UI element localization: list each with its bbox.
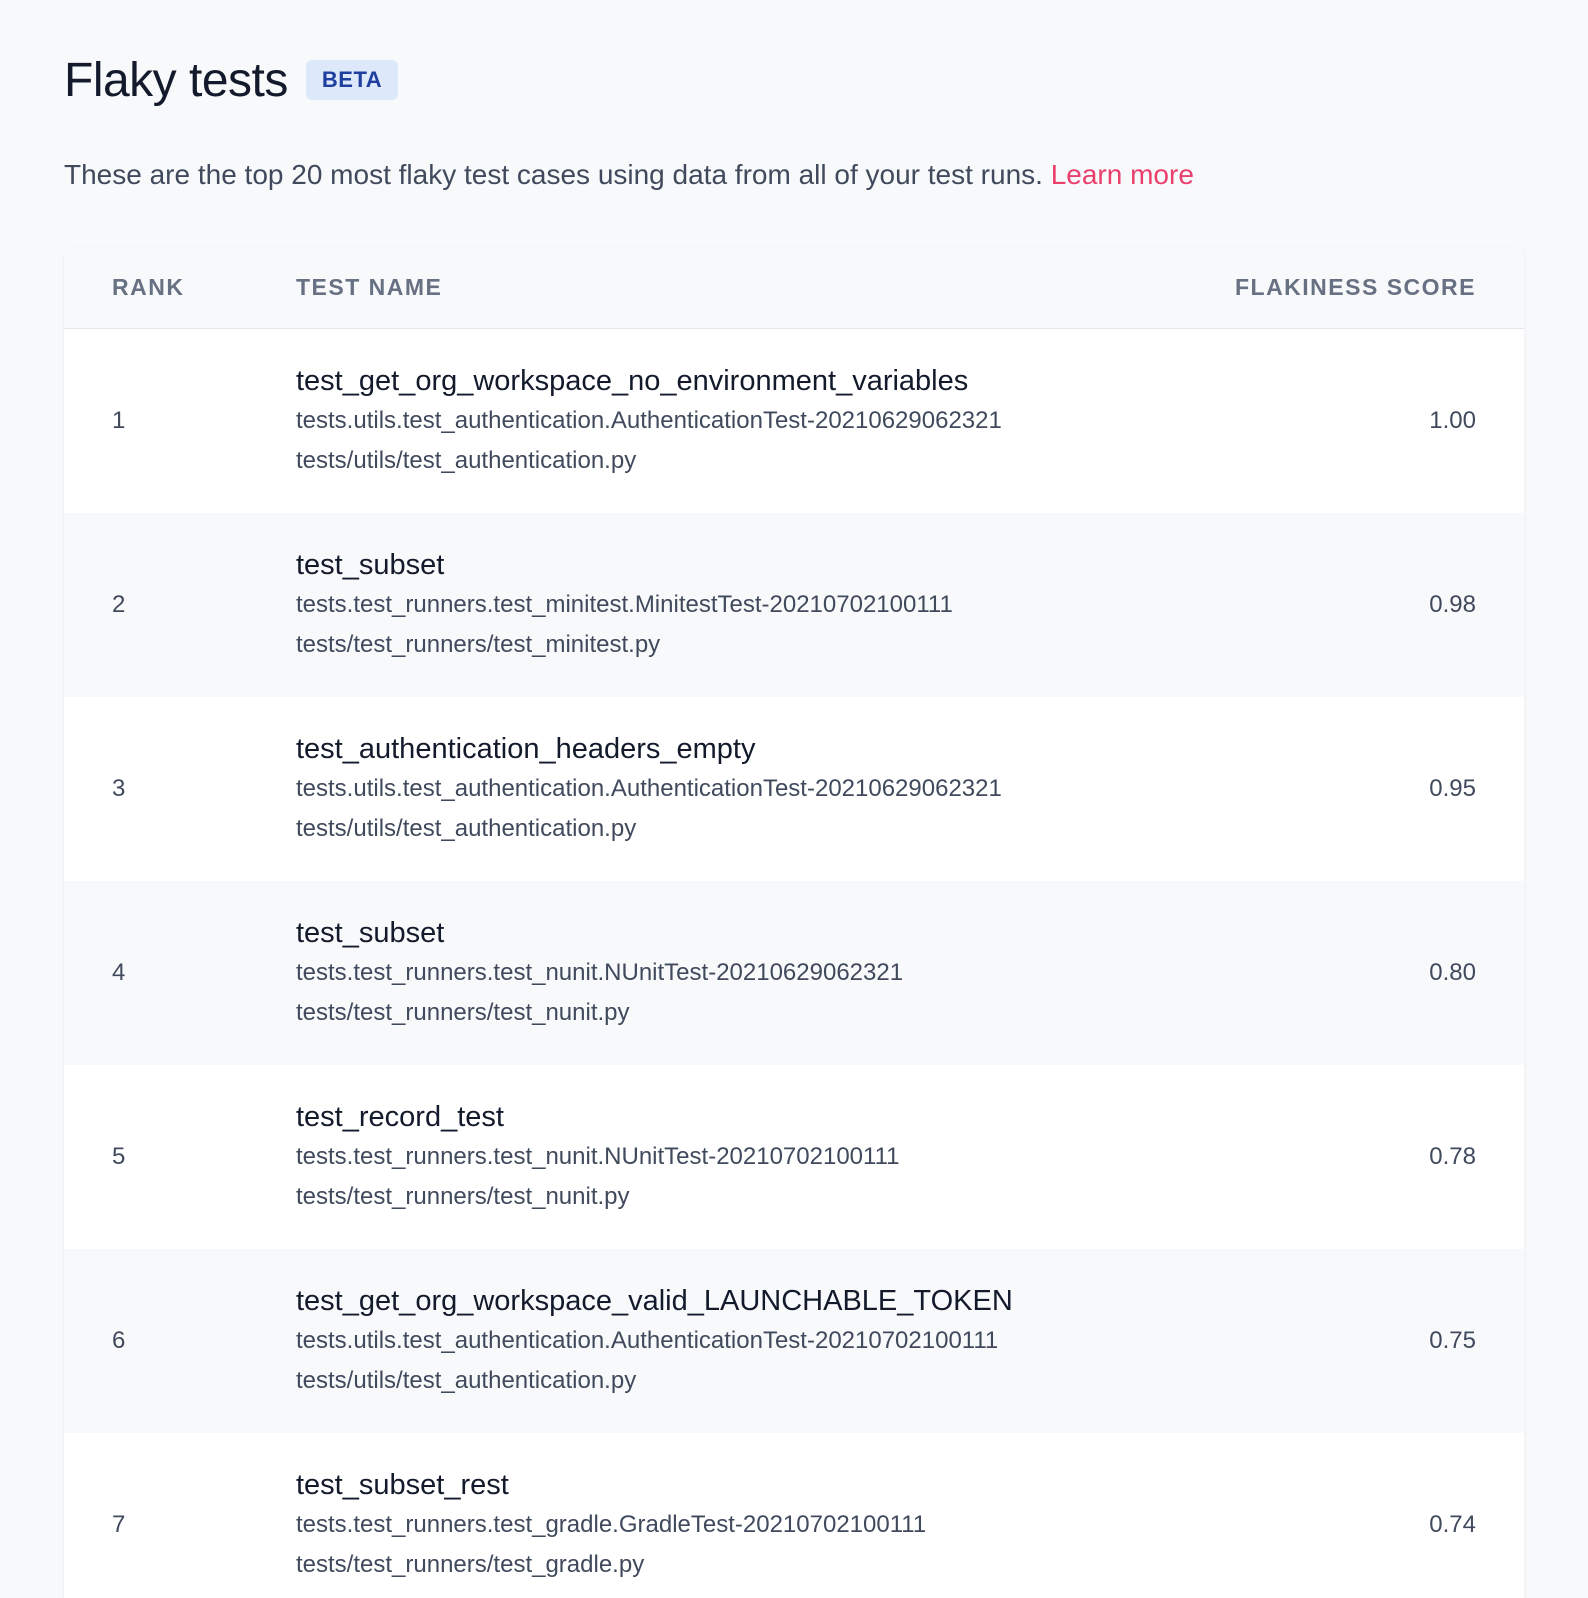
column-header-rank: RANK <box>112 274 185 300</box>
test-name: test_subset <box>296 549 445 581</box>
test-name-cell: test_get_org_workspace_no_environment_va… <box>296 361 1204 481</box>
test-file: tests/test_runners/test_nunit.py <box>296 999 630 1026</box>
test-name: test_subset_rest <box>296 1469 509 1501</box>
test-name-cell: test_get_org_workspace_valid_LAUNCHABLE_… <box>296 1281 1204 1401</box>
table-row[interactable]: 2 test_subset tests.test_runners.test_mi… <box>64 513 1524 697</box>
flaky-tests-table: RANK TEST NAME FLAKINESS SCORE 1 test_ge… <box>64 247 1524 1598</box>
test-name: test_get_org_workspace_valid_LAUNCHABLE_… <box>296 1285 1013 1317</box>
column-header-test-name: TEST NAME <box>296 274 443 300</box>
rank-cell: 2 <box>112 591 126 618</box>
flakiness-score-cell: 0.78 <box>1429 1143 1476 1170</box>
test-class: tests.utils.test_authentication.Authenti… <box>296 775 1002 802</box>
table-body: 1 test_get_org_workspace_no_environment_… <box>64 329 1524 1598</box>
flakiness-score-cell: 1.00 <box>1429 407 1476 434</box>
page-header: Flaky tests BETA <box>64 50 1524 110</box>
test-file: tests/utils/test_authentication.py <box>296 815 637 842</box>
rank-cell: 7 <box>112 1511 126 1538</box>
test-class: tests.utils.test_authentication.Authenti… <box>296 407 1002 434</box>
test-name: test_subset <box>296 917 445 949</box>
flaky-tests-page: Flaky tests BETA These are the top 20 mo… <box>0 0 1588 1598</box>
test-class: tests.test_runners.test_minitest.Minites… <box>296 591 953 618</box>
test-name-cell: test_subset tests.test_runners.test_nuni… <box>296 913 1204 1033</box>
test-file: tests/test_runners/test_gradle.py <box>296 1551 645 1578</box>
test-name: test_authentication_headers_empty <box>296 733 756 765</box>
flakiness-score-cell: 0.75 <box>1429 1327 1476 1354</box>
flakiness-score-cell: 0.74 <box>1429 1511 1476 1538</box>
test-name: test_record_test <box>296 1101 504 1133</box>
table-header: RANK TEST NAME FLAKINESS SCORE <box>64 247 1524 329</box>
table-row[interactable]: 7 test_subset_rest tests.test_runners.te… <box>64 1433 1524 1598</box>
description-text: These are the top 20 most flaky test cas… <box>64 159 1051 190</box>
test-file: tests/utils/test_authentication.py <box>296 1367 637 1394</box>
test-file: tests/utils/test_authentication.py <box>296 447 637 474</box>
column-header-flakiness-score: FLAKINESS SCORE <box>1234 274 1476 300</box>
table-row[interactable]: 4 test_subset tests.test_runners.test_nu… <box>64 881 1524 1065</box>
flakiness-score-cell: 0.80 <box>1429 959 1476 986</box>
test-name-cell: test_subset tests.test_runners.test_mini… <box>296 545 1204 665</box>
table-row[interactable]: 6 test_get_org_workspace_valid_LAUNCHABL… <box>64 1249 1524 1433</box>
rank-cell: 4 <box>112 959 126 986</box>
test-class: tests.test_runners.test_gradle.GradleTes… <box>296 1511 927 1538</box>
test-class: tests.test_runners.test_nunit.NUnitTest-… <box>296 959 904 986</box>
page-description: These are the top 20 most flaky test cas… <box>64 155 1524 195</box>
table-row[interactable]: 3 test_authentication_headers_empty test… <box>64 697 1524 881</box>
test-name: test_get_org_workspace_no_environment_va… <box>296 365 969 397</box>
table-row[interactable]: 5 test_record_test tests.test_runners.te… <box>64 1065 1524 1249</box>
rank-cell: 3 <box>112 775 126 802</box>
flakiness-score-cell: 0.98 <box>1429 591 1476 618</box>
rank-cell: 6 <box>112 1327 126 1354</box>
test-class: tests.test_runners.test_nunit.NUnitTest-… <box>296 1143 900 1170</box>
test-file: tests/test_runners/test_nunit.py <box>296 1183 630 1210</box>
test-name-cell: test_authentication_headers_empty tests.… <box>296 729 1204 849</box>
page-title: Flaky tests <box>64 53 288 107</box>
flakiness-score-cell: 0.95 <box>1429 775 1476 802</box>
test-file: tests/test_runners/test_minitest.py <box>296 631 661 658</box>
test-class: tests.utils.test_authentication.Authenti… <box>296 1327 999 1354</box>
rank-cell: 1 <box>112 407 126 434</box>
test-name-cell: test_subset_rest tests.test_runners.test… <box>296 1465 1204 1585</box>
table-row[interactable]: 1 test_get_org_workspace_no_environment_… <box>64 329 1524 513</box>
rank-cell: 5 <box>112 1143 126 1170</box>
test-name-cell: test_record_test tests.test_runners.test… <box>296 1097 1204 1217</box>
learn-more-link[interactable]: Learn more <box>1051 159 1194 190</box>
beta-badge: BETA <box>305 60 399 100</box>
